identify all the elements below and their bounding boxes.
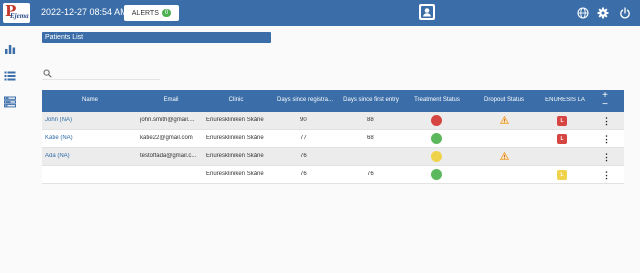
app-logo[interactable]: P Ejema: [3, 3, 30, 23]
sliders-list-icon: [4, 96, 16, 108]
dropout-warning-icon: [500, 152, 509, 160]
patient-clinic: Enureskliniken Skåne: [206, 117, 264, 123]
sidebar-item-patients-list[interactable]: [4, 70, 16, 82]
treatment-status-red-indicator: [431, 115, 442, 126]
patient-clinic: Enureskliniken Skåne: [206, 153, 264, 159]
page-title: Patients List: [42, 32, 271, 43]
sidebar-item-statistics[interactable]: [4, 43, 16, 55]
days-since-first-entry: 68: [367, 135, 374, 141]
treatment-status-yellow-indicator: [431, 151, 442, 162]
alerts-button[interactable]: ALERTS 0: [124, 5, 179, 21]
days-since-registration: 76: [300, 171, 307, 177]
patient-clinic: Enureskliniken Skåne: [206, 171, 264, 177]
days-since-registration: 76: [300, 153, 307, 159]
table-row[interactable]: Ada (NA) testoffada@gmail.c... Enureskli…: [42, 148, 624, 166]
column-header-days-since-registration[interactable]: Days since registra...: [273, 97, 337, 103]
table-row[interactable]: John (NA) john.smith@gmail.... Enureskli…: [42, 112, 624, 130]
days-since-first-entry: 76: [367, 171, 374, 177]
gear-icon: [597, 7, 609, 19]
logo-text: Ejema: [10, 12, 29, 20]
alerts-label: ALERTS: [131, 9, 159, 17]
bar-chart-icon: [5, 45, 16, 54]
patient-email: testoffada@gmail.c...: [140, 153, 197, 159]
settings-button[interactable]: [597, 7, 609, 19]
alerts-count-badge: 0: [161, 9, 172, 17]
power-icon: [620, 7, 630, 19]
column-header-dropout-status[interactable]: Dropout Status: [476, 97, 532, 103]
days-since-first-entry: 88: [367, 117, 374, 123]
column-controls: + −: [599, 91, 611, 110]
column-header-clinic[interactable]: Clinic: [221, 97, 251, 103]
enuresis-level-badge: L: [557, 116, 567, 126]
column-header-days-since-first-entry[interactable]: Days since first entry: [339, 97, 403, 103]
patient-email: john.smith@gmail....: [140, 117, 195, 123]
user-icon: [421, 6, 433, 18]
user-profile-button[interactable]: [419, 4, 435, 20]
remove-column-button[interactable]: −: [599, 100, 611, 110]
days-since-registration: 77: [300, 135, 307, 141]
column-header-treatment-status[interactable]: Treatment Status: [408, 97, 466, 103]
treatment-status-green-indicator: [431, 133, 442, 144]
row-actions-menu-icon[interactable]: ⋮: [602, 116, 611, 126]
column-header-name[interactable]: Name: [76, 97, 104, 103]
search-box[interactable]: [42, 67, 160, 80]
enuresis-level-badge: L: [557, 134, 567, 144]
row-actions-menu-icon[interactable]: ⋮: [602, 152, 611, 162]
patient-clinic: Enureskliniken Skåne: [206, 135, 264, 141]
table-row[interactable]: Katie (NA) katie22@gmail.com Enuresklini…: [42, 130, 624, 148]
days-since-registration: 90: [300, 117, 307, 123]
patient-name-link[interactable]: John (NA): [45, 117, 72, 123]
table-header: Name Email Clinic Days since registra...…: [42, 90, 624, 112]
sidebar-item-settings-list[interactable]: [4, 96, 16, 108]
language-button[interactable]: [577, 7, 589, 19]
column-header-email[interactable]: Email: [156, 97, 186, 103]
current-datetime: 2022-12-27 08:54 AM: [41, 7, 128, 17]
list-icon: [4, 71, 16, 81]
search-input[interactable]: [55, 67, 158, 79]
dropout-warning-icon: [500, 116, 509, 124]
top-bar: P Ejema 2022-12-27 08:54 AM ALERTS 0: [0, 0, 640, 26]
patient-name-link[interactable]: Ada (NA): [45, 153, 70, 159]
patients-table: Name Email Clinic Days since registra...…: [42, 90, 624, 184]
row-actions-menu-icon[interactable]: ⋮: [602, 134, 611, 144]
treatment-status-green-indicator: [431, 169, 442, 180]
search-icon: [43, 69, 52, 78]
column-header-enuresis[interactable]: ENURESIS LA: [542, 97, 588, 103]
enuresis-level-badge: L: [557, 170, 567, 180]
globe-icon: [577, 7, 589, 19]
sidebar: [0, 26, 22, 273]
table-row[interactable]: Enureskliniken Skåne 76 76 L ⋮: [42, 166, 624, 184]
patient-name-link[interactable]: Katie (NA): [45, 135, 73, 141]
patient-email: katie22@gmail.com: [140, 135, 193, 141]
row-actions-menu-icon[interactable]: ⋮: [602, 170, 611, 180]
logout-button[interactable]: [619, 7, 631, 19]
